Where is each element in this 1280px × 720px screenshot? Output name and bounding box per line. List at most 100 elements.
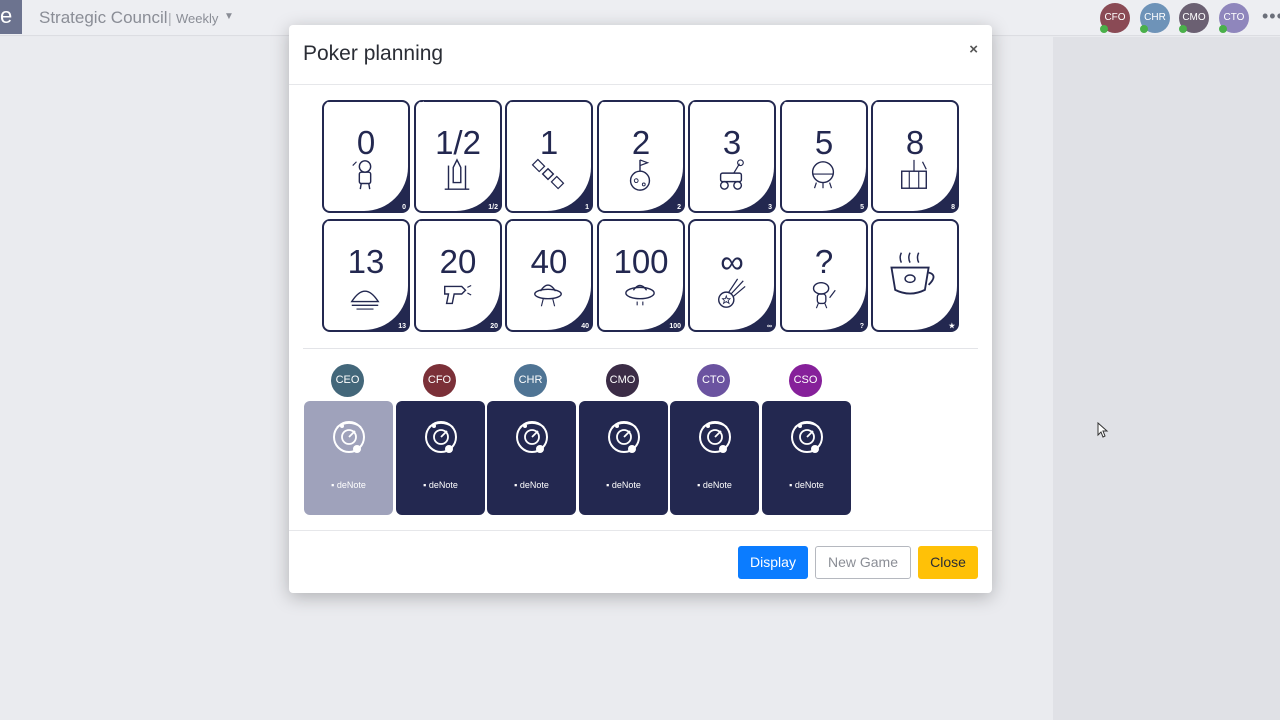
moon-rover-icon [719,159,744,190]
card-corner-label: 13 [326,221,334,228]
card-corner-label: 1/2 [488,204,498,211]
denote-logo-icon [425,421,457,453]
card-corner-label: 20 [490,323,498,330]
modal-title: Poker planning [303,42,444,65]
card-value: 5 [814,124,834,161]
participant-vote-card: ▪ deNote [762,401,851,515]
comet-icon [718,278,746,308]
participant-avatar: CEO [331,364,364,397]
denote-logo-icon [791,421,823,453]
participant-vote-card: ▪ deNote [487,401,576,515]
presence-avatar[interactable]: CTO [1219,3,1249,33]
participant-avatar: CTO [697,364,730,397]
modal-footer: Display New Game Close [289,530,992,593]
card-value: 2 [631,124,651,161]
modal-header: Poker planning × [289,25,992,85]
satellite-icon [531,158,565,190]
card-face: 40 [507,221,591,330]
card-value: 100 [613,243,669,280]
alien-question-icon [812,281,836,309]
denote-logo-icon [608,421,640,453]
moon-flag-icon [629,159,651,191]
card-corner-label: ∞ [692,221,697,228]
card-value: 3 [722,124,742,161]
participant-avatar: CFO [423,364,456,397]
card-corner-label: 2 [601,102,605,109]
estimate-card[interactable]: 1 1 1 [505,100,593,213]
estimate-card[interactable]: 20 20 20 [414,219,502,332]
denote-logo-icon [699,421,731,453]
presence-avatar[interactable]: CMO [1179,3,1209,33]
estimate-card[interactable]: ★ ★ [871,219,959,332]
divider [303,348,978,349]
estimate-card[interactable]: 0 0 0 [322,100,410,213]
denote-logo-icon [333,421,365,453]
close-button[interactable]: Close [918,546,978,579]
estimate-card[interactable]: 13 13 13 [322,219,410,332]
presence-avatar[interactable]: CHR [1140,3,1170,33]
rocket-launch-icon [444,158,470,190]
card-value: 8 [905,124,925,161]
new-game-button[interactable]: New Game [815,546,911,579]
meeting-title[interactable]: Strategic Council [39,8,168,28]
card-value: 1/2 [435,124,481,161]
card-corner-label: 40 [509,221,517,228]
estimate-card[interactable]: ∞ ∞ ∞ [688,219,776,332]
card-corner-label: ★ [948,323,955,330]
participant-vote-card: ▪ deNote [304,401,393,515]
estimate-card[interactable]: 3 3 3 [688,100,776,213]
online-status-dot [1179,25,1187,33]
card-face: 20 [416,221,500,330]
card-value: ? [814,243,834,280]
card-face: 1 [507,102,591,211]
space-pod-icon [811,161,835,189]
card-corner-label: ∞ [767,323,772,330]
participant-vote-card: ▪ deNote [396,401,485,515]
estimate-card[interactable]: 8 8 8 [871,100,959,213]
more-options-icon[interactable]: ••• [1262,6,1280,27]
denote-logo-icon [516,421,548,453]
card-face: ∞ [690,221,774,330]
card-brand-label: ▪ deNote [331,480,366,490]
card-brand-label: ▪ deNote [789,480,824,490]
chevron-down-icon[interactable]: ▼ [224,11,234,22]
participant-vote-card: ▪ deNote [670,401,759,515]
card-face: 0 [324,102,408,211]
card-value: 0 [356,124,376,161]
card-brand-label: ▪ deNote [514,480,549,490]
card-face: 100 [599,221,683,330]
online-status-dot [1219,25,1227,33]
coffee-cup-icon [890,252,935,295]
card-corner-label: ? [859,323,864,330]
presence-avatar[interactable]: CFO [1100,3,1130,33]
card-brand-label: ▪ deNote [606,480,641,490]
close-icon[interactable]: × [969,41,978,58]
estimate-card[interactable]: 1/2 1/2 1/2 [414,100,502,213]
presence-initials: CHR [1144,12,1166,23]
estimate-card[interactable]: 2 2 2 [597,100,685,213]
card-face: 8 [873,102,957,211]
display-button[interactable]: Display [738,546,808,579]
card-face [873,221,957,330]
card-corner-label: 2 [677,204,681,211]
card-corner-label: 1 [585,204,589,211]
meeting-frequency[interactable]: Weekly [176,11,218,26]
poker-planning-modal: Poker planning × 0 0 0 1/2 1/2 1/2 1 1 1 2 2 2 3 3 3 5 5… [289,25,992,593]
card-corner-label: 20 [418,221,426,228]
card-corner-label: 100 [669,323,681,330]
alien-ship-icon [534,284,562,307]
mouse-cursor-icon [1097,422,1109,438]
card-corner-label: 8 [875,102,879,109]
estimate-card[interactable]: 40 40 40 [505,219,593,332]
ray-gun-icon [444,284,472,305]
card-corner-label: ? [784,221,789,228]
card-corner-label: ★ [875,222,882,229]
online-status-dot [1100,25,1108,33]
estimate-card[interactable]: 5 5 5 [780,100,868,213]
card-corner-label: 1/2 [418,102,428,109]
card-face: ? [782,221,866,330]
estimate-card[interactable]: 100 100 100 [597,219,685,332]
app-logo[interactable]: e [0,0,22,34]
estimate-card[interactable]: ??? [780,219,868,332]
card-face: 3 [690,102,774,211]
